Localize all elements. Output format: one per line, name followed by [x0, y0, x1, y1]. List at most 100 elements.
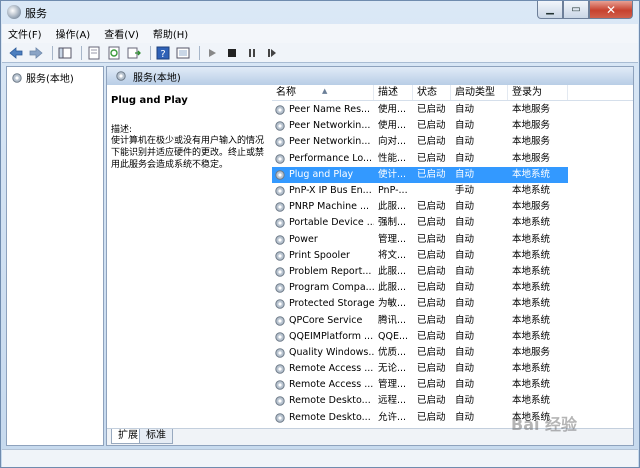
- cell-description: 管理...: [378, 233, 407, 245]
- menu-action[interactable]: 操作(A): [56, 26, 91, 41]
- table-row[interactable]: Remote Deskto... 远程... 已启动 自动 本地系统: [272, 393, 633, 409]
- column-header-description[interactable]: 描述: [374, 85, 413, 100]
- cell-status: 已启动: [417, 282, 446, 294]
- table-row[interactable]: Problem Report... 此服... 已启动 自动 本地系统: [272, 264, 633, 280]
- tab-standard[interactable]: 标准: [139, 429, 173, 444]
- cell-name: Peer Networkin...: [272, 134, 374, 150]
- table-body: Peer Name Res... 使用... 已启动 自动 本地服务 Peer Netwo…: [272, 102, 633, 426]
- cell-description: 此服...: [378, 265, 407, 277]
- gear-icon: [275, 332, 285, 342]
- cell-startup-type: 自动: [455, 314, 475, 326]
- cell-logon-as: 本地系统: [512, 363, 551, 375]
- table-row[interactable]: QPCore Service 腾讯... 已启动 自动 本地系统: [272, 312, 633, 328]
- cell-logon-as: 本地系统: [512, 298, 551, 310]
- back-arrow-icon: [9, 46, 23, 59]
- title-bar[interactable]: 服务 ▁ ▭ ✕: [1, 1, 639, 23]
- cell-name: QPCore Service: [272, 313, 374, 329]
- cell-logon-as: 本地服务: [512, 201, 551, 213]
- cell-description: 无论...: [378, 363, 407, 375]
- description-label: 描述:: [111, 125, 133, 135]
- cell-name: Peer Name Res...: [272, 102, 374, 118]
- pane-header: 服务(本地): [107, 67, 633, 85]
- gear-icon: [275, 170, 285, 180]
- cell-description: 向对...: [378, 136, 407, 148]
- services-pane: 服务(本地) Plug and Play 描述: 使计算机在极少或没有用户输入的…: [106, 66, 634, 446]
- help-button[interactable]: ?: [155, 45, 171, 61]
- table-row[interactable]: Remote Deskto... 允许... 已启动 自动 本地系统: [272, 410, 633, 426]
- gear-icon: [12, 72, 22, 83]
- table-row[interactable]: Remote Access ... 管理... 已启动 自动 本地系统: [272, 377, 633, 393]
- table-row[interactable]: Peer Networkin... 向对... 已启动 自动 本地服务: [272, 134, 633, 150]
- table-row[interactable]: QQEIMPlatform ... QQE... 已启动 自动 本地系统: [272, 329, 633, 345]
- stop-service-button[interactable]: [224, 45, 240, 61]
- services-window: 服务 ▁ ▭ ✕ 文件(F) 操作(A) 查看(V) 帮助(H) ? 服务(本地…: [0, 0, 640, 468]
- pause-icon: [249, 48, 255, 57]
- help-topics-button[interactable]: [175, 45, 191, 61]
- services-table: 名称 ▲ 描述 状态 启动类型 登录为 Peer Name Res... 使用...…: [272, 85, 633, 427]
- cell-description: 此服...: [378, 201, 407, 213]
- column-header-name[interactable]: 名称 ▲: [272, 85, 374, 100]
- table-row[interactable]: Power 管理... 已启动 自动 本地系统: [272, 232, 633, 248]
- cell-status: 已启动: [417, 265, 446, 277]
- cell-status: 已启动: [417, 152, 446, 164]
- properties-button[interactable]: [86, 45, 102, 61]
- cell-description: 强制...: [378, 217, 407, 229]
- table-row[interactable]: Print Spooler 将文... 已启动 自动 本地系统: [272, 248, 633, 264]
- cell-logon-as: 本地服务: [512, 136, 551, 148]
- tree-item-services-local[interactable]: 服务(本地): [11, 70, 74, 85]
- menu-file[interactable]: 文件(F): [8, 26, 42, 41]
- svg-text:?: ?: [160, 49, 165, 60]
- table-row[interactable]: Program Compa... 此服... 已启动 自动 本地系统: [272, 280, 633, 296]
- cell-description: 性能...: [378, 152, 407, 164]
- cell-status: 已启动: [417, 346, 446, 358]
- table-row[interactable]: Plug and Play 使计... 已启动 自动 本地系统: [272, 166, 633, 183]
- cell-logon-as: 本地系统: [512, 217, 551, 229]
- pause-service-button[interactable]: [244, 45, 260, 61]
- cell-logon-as: 本地服务: [512, 120, 551, 132]
- cell-status: 已启动: [417, 363, 446, 375]
- cell-description: 允许...: [378, 411, 407, 423]
- start-service-button[interactable]: [204, 45, 220, 61]
- cell-status: 已启动: [417, 249, 446, 261]
- menu-view[interactable]: 查看(V): [104, 26, 139, 41]
- gear-icon: [116, 71, 126, 81]
- column-header-status[interactable]: 状态: [413, 85, 451, 100]
- table-row[interactable]: PnP-X IP Bus En... PnP-... 手动 本地系统: [272, 183, 633, 199]
- cell-description: QQE...: [378, 330, 409, 342]
- table-row[interactable]: Peer Networkin... 使用... 已启动 自动 本地服务: [272, 118, 633, 134]
- forward-button[interactable]: [28, 45, 44, 61]
- export-list-button[interactable]: [126, 45, 142, 61]
- cell-name: Remote Deskto...: [272, 393, 374, 409]
- console-tree-icon: [58, 47, 72, 58]
- cell-startup-type: 自动: [455, 152, 475, 164]
- close-button[interactable]: ✕: [589, 1, 633, 19]
- cell-logon-as: 本地服务: [512, 152, 551, 164]
- menu-help[interactable]: 帮助(H): [153, 26, 188, 41]
- cell-name: Peer Networkin...: [272, 118, 374, 134]
- maximize-button[interactable]: ▭: [563, 1, 589, 19]
- cell-status: 已启动: [417, 330, 446, 342]
- menu-bar: 文件(F) 操作(A) 查看(V) 帮助(H): [2, 24, 638, 43]
- table-row[interactable]: Quality Windows... 优质... 已启动 自动 本地服务: [272, 345, 633, 361]
- cell-startup-type: 自动: [455, 346, 475, 358]
- table-row[interactable]: Protected Storage 为敏... 已启动 自动 本地系统: [272, 296, 633, 312]
- back-button[interactable]: [8, 45, 24, 61]
- gear-icon: [275, 153, 285, 164]
- table-row[interactable]: Remote Access ... 无论... 已启动 自动 本地系统: [272, 361, 633, 377]
- cell-startup-type: 自动: [455, 233, 475, 245]
- minimize-button[interactable]: ▁: [537, 1, 563, 19]
- restart-service-button[interactable]: [264, 45, 280, 61]
- show-hide-tree-button[interactable]: [57, 45, 73, 61]
- cell-startup-type: 自动: [455, 265, 475, 277]
- cell-startup-type: 自动: [455, 298, 475, 310]
- table-row[interactable]: Portable Device ... 强制... 已启动 自动 本地系统: [272, 215, 633, 231]
- cell-description: 使用...: [378, 120, 407, 132]
- refresh-button[interactable]: [106, 45, 122, 61]
- cell-description: 使计...: [378, 168, 407, 180]
- gear-icon: [275, 299, 285, 310]
- table-row[interactable]: Performance Lo... 性能... 已启动 自动 本地服务: [272, 151, 633, 167]
- table-row[interactable]: PNRP Machine ... 此服... 已启动 自动 本地服务: [272, 199, 633, 215]
- column-header-startup-type[interactable]: 启动类型: [451, 85, 508, 100]
- column-header-logon-as[interactable]: 登录为: [508, 85, 568, 100]
- table-row[interactable]: Peer Name Res... 使用... 已启动 自动 本地服务: [272, 102, 633, 118]
